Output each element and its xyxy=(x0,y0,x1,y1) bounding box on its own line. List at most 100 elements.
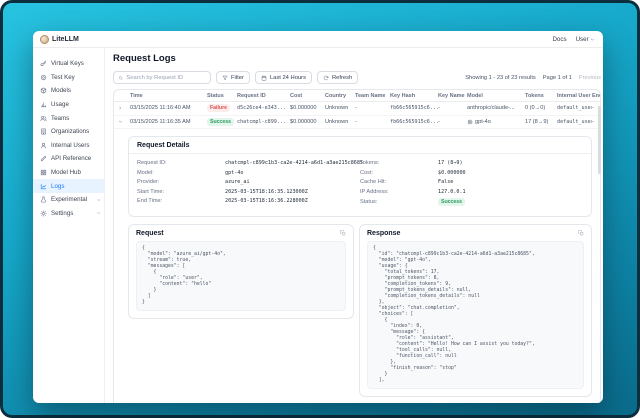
pagination: Showing 1 - 23 of 23 results Page 1 of 1… xyxy=(465,75,601,81)
column-header-end-user[interactable]: End User xyxy=(592,93,600,99)
sidebar-item-models[interactable]: Models xyxy=(33,84,104,98)
cell-request-id: chatcmpl-c899... xyxy=(237,119,290,125)
detail-row: Cache Hit:False xyxy=(360,179,583,185)
user-menu[interactable]: User › xyxy=(576,36,593,43)
cell-status: Success xyxy=(207,118,237,126)
docs-link[interactable]: Docs xyxy=(552,36,566,43)
request-details-left: Request ID:chatcmpl-c899c1b3-ca2e-4214-a… xyxy=(137,160,360,210)
sidebar-item-label: Model Hub xyxy=(51,169,81,176)
sidebar-item-usage[interactable]: Usage xyxy=(33,98,104,112)
filter-button[interactable]: Filter xyxy=(216,71,250,84)
search-input[interactable] xyxy=(126,75,206,81)
user-menu-label: User xyxy=(576,36,589,43)
cell-internal-user: default_user_id xyxy=(557,119,592,125)
sidebar-item-virtual-keys[interactable]: Virtual Keys xyxy=(33,57,104,71)
sidebar-item-organizations[interactable]: Organizations xyxy=(33,125,104,139)
grid-icon xyxy=(40,169,47,176)
target-icon xyxy=(40,74,47,81)
response-panel: Response { "id": "chatcmpl-c899c1b3-ca2e… xyxy=(359,224,592,397)
table-row[interactable]: ›03/15/2025 11:16:40 AMFailured5c26ce4-e… xyxy=(114,102,600,116)
litellm-logo[interactable]: LiteLLM xyxy=(40,35,79,44)
column-header-request-id[interactable]: Request ID xyxy=(237,93,290,99)
detail-value: False xyxy=(438,179,453,185)
column-header-country[interactable]: Country xyxy=(325,93,355,99)
column-header-tokens[interactable]: Tokens xyxy=(525,93,557,99)
cell-cost: $0.000000 xyxy=(290,119,325,125)
request-code-block: { "model": "azure_ai/gpt-4o", "stream": … xyxy=(136,241,346,311)
gear-icon xyxy=(40,210,47,217)
column-header-key-hash[interactable]: Key Hash xyxy=(390,93,438,99)
building-icon xyxy=(40,128,47,135)
detail-row: IP Address:127.0.0.1 xyxy=(360,189,583,195)
filter-button-label: Filter xyxy=(231,75,244,81)
navbar-links: Docs User › xyxy=(552,36,593,43)
sidebar-item-internal-users[interactable]: Internal Users xyxy=(33,139,104,153)
chevron-right-icon[interactable]: › xyxy=(119,105,121,112)
copy-request-button[interactable] xyxy=(340,230,346,236)
cell-time: 03/15/2025 11:16:35 AM xyxy=(130,119,207,125)
column-header-internal-user[interactable]: Internal User xyxy=(557,93,592,99)
users-icon xyxy=(40,115,47,122)
cell-cost: $0.000000 xyxy=(290,105,325,111)
column-header-cost[interactable]: Cost xyxy=(290,93,325,99)
cell-key-name: - xyxy=(438,105,467,111)
log-table-body: ›03/15/2025 11:16:40 AMFailured5c26ce4-e… xyxy=(114,102,600,129)
key-icon xyxy=(40,60,47,67)
time-range-button-label: Last 24 Hours xyxy=(270,75,306,81)
request-details-card: Request Details Request ID:chatcmpl-c899… xyxy=(128,136,592,217)
time-range-button[interactable]: Last 24 Hours xyxy=(255,71,312,84)
log-table: TimeStatusRequest IDCostCountryTeam Name… xyxy=(113,89,601,403)
request-details-right: Tokens:17 (8→9)Cost:$0.000000Cache Hit:F… xyxy=(360,160,583,210)
user-icon xyxy=(40,142,47,149)
table-row[interactable]: › 03/15/2025 11:16:35 AMSuccesschatcmpl-c… xyxy=(114,116,600,130)
sidebar-item-teams[interactable]: Teams xyxy=(33,111,104,125)
sidebar-item-logs[interactable]: Logs xyxy=(33,179,104,193)
column-header-model[interactable]: Model xyxy=(467,93,525,99)
sidebar-item-settings[interactable]: Settings› xyxy=(33,207,104,221)
chevron-down-icon: › xyxy=(588,38,595,40)
detail-row: Start Time:2025-03-15T18:16:35.123000Z xyxy=(137,189,360,195)
detail-value: gpt-4o xyxy=(225,170,243,176)
request-json: { "model": "azure_ai/gpt-4o", "stream": … xyxy=(142,246,340,306)
column-header-status[interactable]: Status xyxy=(207,93,237,99)
sidebar-item-test-key[interactable]: Test Key xyxy=(33,71,104,85)
cell-model: gpt-4o xyxy=(467,119,525,125)
request-details-title: Request Details xyxy=(129,137,591,154)
detail-row: Tokens:17 (8→9) xyxy=(360,160,583,166)
cell-time: 03/15/2025 11:16:40 AM xyxy=(130,105,207,111)
sidebar-item-label: Experimental xyxy=(51,196,87,203)
cell-tokens: 17 (8→9) xyxy=(525,119,557,125)
cell-team-name: - xyxy=(355,105,390,111)
request-panel: Request { "model": "azure_ai/gpt-4o", "s… xyxy=(128,224,354,319)
sidebar-item-experimental[interactable]: Experimental› xyxy=(33,193,104,207)
previous-button[interactable]: Previous xyxy=(579,75,601,81)
bar-chart-icon xyxy=(40,101,47,108)
search-input-wrap[interactable] xyxy=(113,71,211,84)
detail-row: Model:gpt-4o xyxy=(137,170,360,176)
cell-internal-user: default_user_id xyxy=(557,105,592,111)
openai-icon xyxy=(467,119,473,125)
detail-label: Tokens: xyxy=(360,160,438,166)
chevron-down-icon[interactable]: › xyxy=(117,121,124,123)
sidebar-item-model-hub[interactable]: Model Hub xyxy=(33,166,104,180)
detail-row: Request ID:chatcmpl-c899c1b3-ca2e-4214-a… xyxy=(137,160,360,166)
llama-logo-icon xyxy=(40,35,49,44)
page-indicator: Page 1 of 1 xyxy=(543,75,572,81)
response-code-block: { "id": "chatcmpl-c899c1b3-ca2e-4214-a6d… xyxy=(367,241,584,389)
sidebar-item-label: Models xyxy=(51,87,71,94)
scrollbar[interactable] xyxy=(598,106,601,174)
cell-key-name: - xyxy=(438,119,467,125)
request-panel-title: Request xyxy=(136,230,164,237)
detail-value: azure_ai xyxy=(225,179,250,185)
detail-value: chatcmpl-c899c1b3-ca2e-4214-a6d1-a3ae215… xyxy=(225,160,363,166)
copy-response-button[interactable] xyxy=(578,230,584,236)
refresh-icon xyxy=(323,75,329,81)
sidebar-item-api-reference[interactable]: API Reference xyxy=(33,152,104,166)
column-header-team-name[interactable]: Team Name xyxy=(355,93,390,99)
column-header-time[interactable]: Time xyxy=(130,93,207,99)
column-header-key-name[interactable]: Key Name xyxy=(438,93,467,99)
refresh-button[interactable]: Refresh xyxy=(317,71,358,84)
copy-icon xyxy=(340,230,346,236)
detail-value: 17 (8→9) xyxy=(438,160,463,166)
cell-team-name: - xyxy=(355,119,390,125)
